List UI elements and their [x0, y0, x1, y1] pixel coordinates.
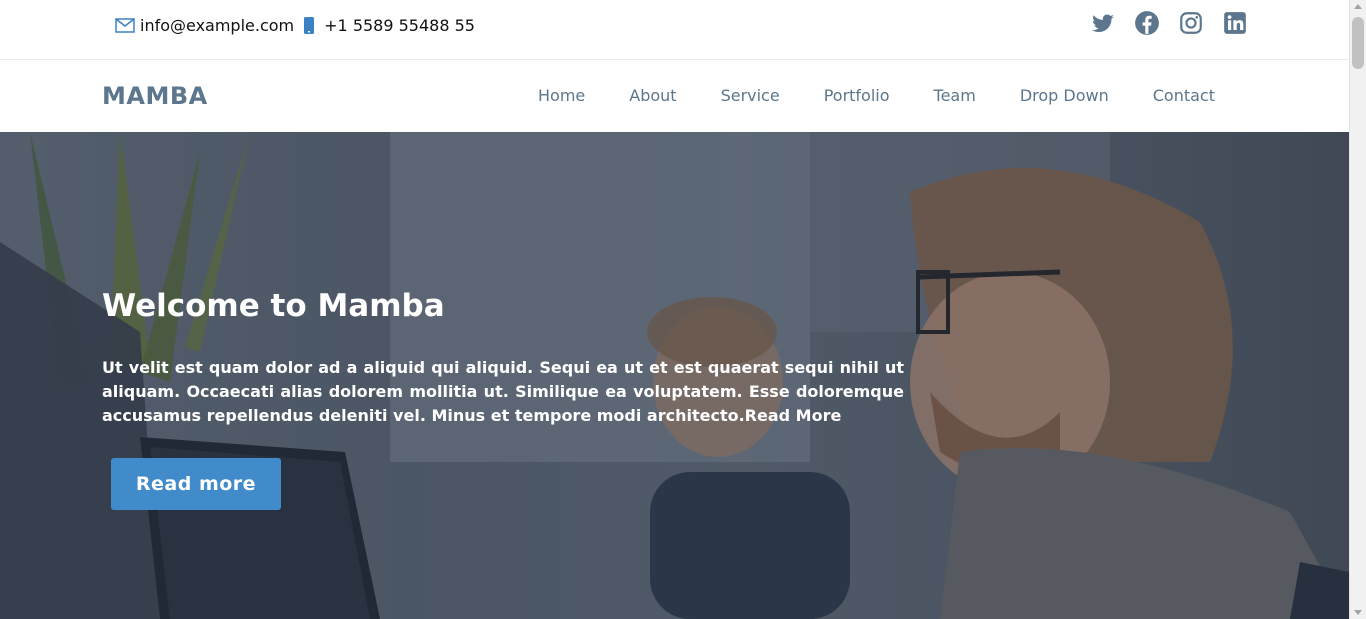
- hero-description: Ut velit est quam dolor ad a aliquid qui…: [102, 358, 904, 425]
- linkedin-icon: [1224, 12, 1246, 34]
- email-link[interactable]: info@example.com: [140, 16, 294, 35]
- hero-section: Welcome to Mamba Ut velit est quam dolor…: [0, 132, 1349, 619]
- site-logo[interactable]: MAMBA: [102, 82, 208, 110]
- scroll-thumb[interactable]: [1352, 17, 1364, 69]
- phone-number: +1 5589 55488 55: [324, 15, 475, 35]
- nav-team[interactable]: Team: [934, 86, 976, 105]
- phone-icon: [304, 16, 315, 34]
- envelope-icon: [115, 17, 135, 33]
- hero-title: Welcome to Mamba: [102, 288, 445, 324]
- social-links: [1090, 10, 1266, 36]
- scroll-up-arrow-icon[interactable]: [1354, 4, 1362, 9]
- main-nav: Home About Service Portfolio Team Drop D…: [538, 86, 1259, 105]
- top-bar: info@example.com +1 5589 55488 55: [0, 0, 1349, 60]
- nav-service[interactable]: Service: [721, 86, 780, 105]
- site-header: MAMBA Home About Service Portfolio Team …: [0, 60, 1349, 132]
- nav-home[interactable]: Home: [538, 86, 585, 105]
- instagram-link[interactable]: [1178, 10, 1204, 36]
- nav-drop-down[interactable]: Drop Down: [1020, 86, 1109, 105]
- vertical-scrollbar[interactable]: [1349, 0, 1366, 619]
- nav-contact[interactable]: Contact: [1153, 86, 1215, 105]
- scroll-down-arrow-icon[interactable]: [1354, 610, 1362, 615]
- read-more-button[interactable]: Read more: [111, 458, 281, 510]
- instagram-icon: [1180, 12, 1202, 34]
- facebook-link[interactable]: [1134, 10, 1160, 36]
- contact-info: info@example.com +1 5589 55488 55: [115, 14, 475, 36]
- nav-about[interactable]: About: [629, 86, 676, 105]
- twitter-link[interactable]: [1090, 10, 1116, 36]
- nav-portfolio[interactable]: Portfolio: [824, 86, 890, 105]
- twitter-icon: [1091, 14, 1114, 32]
- facebook-icon: [1135, 11, 1159, 35]
- linkedin-link[interactable]: [1222, 10, 1248, 36]
